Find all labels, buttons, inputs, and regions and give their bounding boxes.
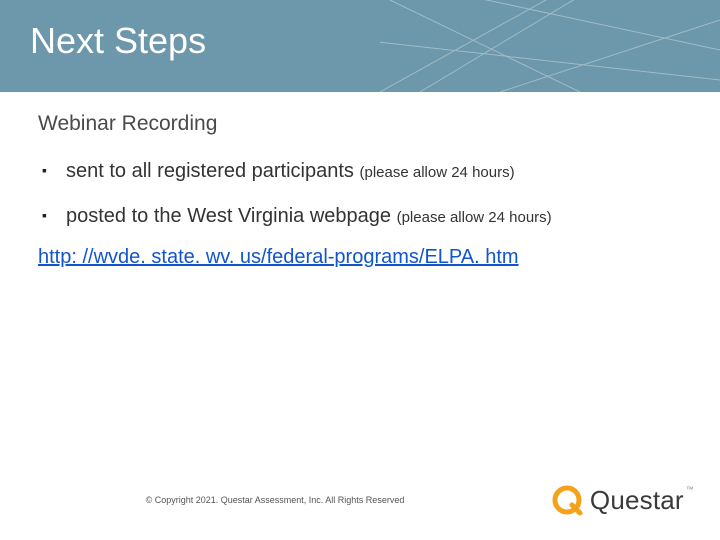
resource-link[interactable]: http: //wvde. state. wv. us/federal-prog… (38, 246, 519, 269)
slide-title: Next Steps (30, 20, 206, 62)
decorative-lines-icon (380, 0, 720, 92)
list-item: sent to all registered participants (ple… (42, 160, 680, 183)
bullet-list: sent to all registered participants (ple… (38, 160, 680, 228)
questar-logo: Questar™ (550, 483, 694, 517)
bullet-main: posted to the West Virginia webpage (66, 205, 397, 227)
content-area: Webinar Recording sent to all registered… (38, 112, 680, 269)
questar-logo-text: Questar™ (590, 485, 694, 516)
title-band: Next Steps (0, 0, 720, 92)
bullet-note: (please allow 24 hours) (360, 164, 515, 181)
footer: © Copyright 2021. Questar Assessment, In… (0, 470, 720, 530)
trademark-symbol: ™ (686, 485, 694, 494)
slide: Next Steps Webinar Recording sent to all… (0, 0, 720, 540)
bullet-main: sent to all registered participants (66, 160, 360, 182)
questar-logo-icon (550, 483, 584, 517)
list-item: posted to the West Virginia webpage (ple… (42, 205, 680, 228)
bullet-note: (please allow 24 hours) (397, 209, 552, 226)
section-subtitle: Webinar Recording (38, 112, 680, 136)
copyright-text: © Copyright 2021. Questar Assessment, In… (0, 495, 550, 505)
logo-label: Questar (590, 485, 684, 515)
